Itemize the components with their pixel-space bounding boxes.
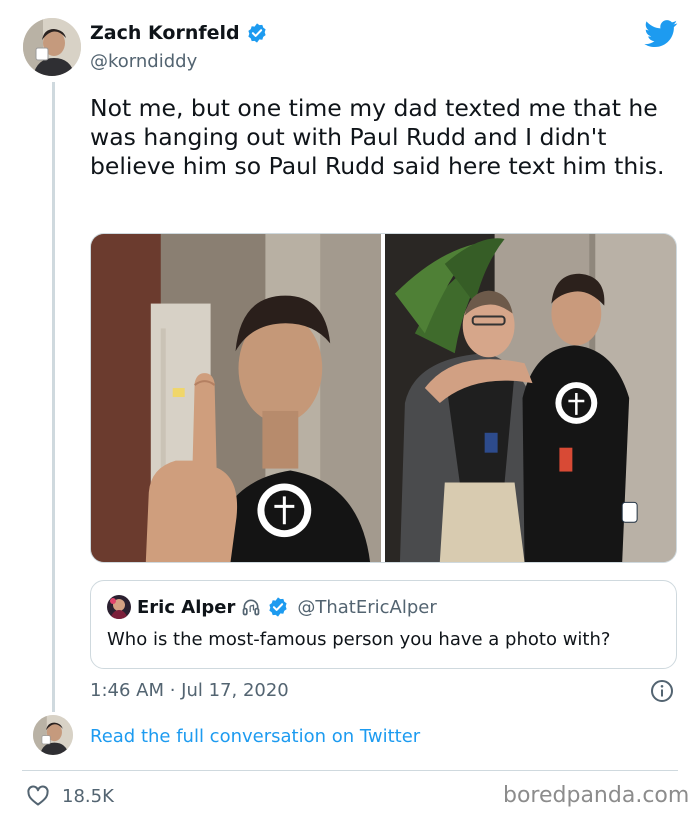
info-icon[interactable] <box>650 679 674 703</box>
read-full-conversation-link[interactable]: Read the full conversation on Twitter <box>90 726 420 747</box>
like-count: 18.5K <box>62 785 114 807</box>
thread-line <box>52 82 55 712</box>
divider <box>22 770 678 771</box>
watermark: boredpanda.com <box>503 783 690 808</box>
media-photo-2[interactable] <box>385 234 676 562</box>
avatar-photo <box>33 715 73 755</box>
tweet-timestamp[interactable]: 1:46 AM · Jul 17, 2020 <box>90 680 289 701</box>
like-button[interactable]: 18.5K <box>26 784 114 808</box>
quoted-avatar[interactable] <box>107 595 131 619</box>
tweet-text: Not me, but one time my dad texted me th… <box>90 94 665 180</box>
quoted-tweet-header: Eric Alper @ThatEricAlper <box>107 595 437 619</box>
quoted-avatar-photo <box>107 595 131 619</box>
photo-middle-finger <box>91 234 382 562</box>
twitter-bird-icon[interactable] <box>644 20 678 48</box>
tweet-media[interactable] <box>90 233 677 563</box>
quoted-tweet-text: Who is the most-famous person you have a… <box>107 629 611 650</box>
author-handle[interactable]: @korndiddy <box>90 51 197 72</box>
quoted-author-name[interactable]: Eric Alper <box>137 597 235 618</box>
author-name[interactable]: Zach Kornfeld <box>90 22 268 44</box>
author-avatar[interactable] <box>23 18 81 76</box>
verified-icon <box>247 23 266 43</box>
author-avatar-small[interactable] <box>33 715 73 755</box>
photo-two-men <box>385 234 676 562</box>
heart-icon <box>27 785 49 806</box>
headphones-icon <box>243 599 260 616</box>
author-name-text[interactable]: Zach Kornfeld <box>90 22 240 44</box>
media-photo-1[interactable] <box>91 234 382 562</box>
quoted-tweet[interactable]: Eric Alper @ThatEricAlper Who is the mos… <box>90 580 677 669</box>
avatar-photo <box>23 18 81 76</box>
verified-icon <box>269 597 287 617</box>
quoted-author-handle[interactable]: @ThatEricAlper <box>297 597 436 618</box>
